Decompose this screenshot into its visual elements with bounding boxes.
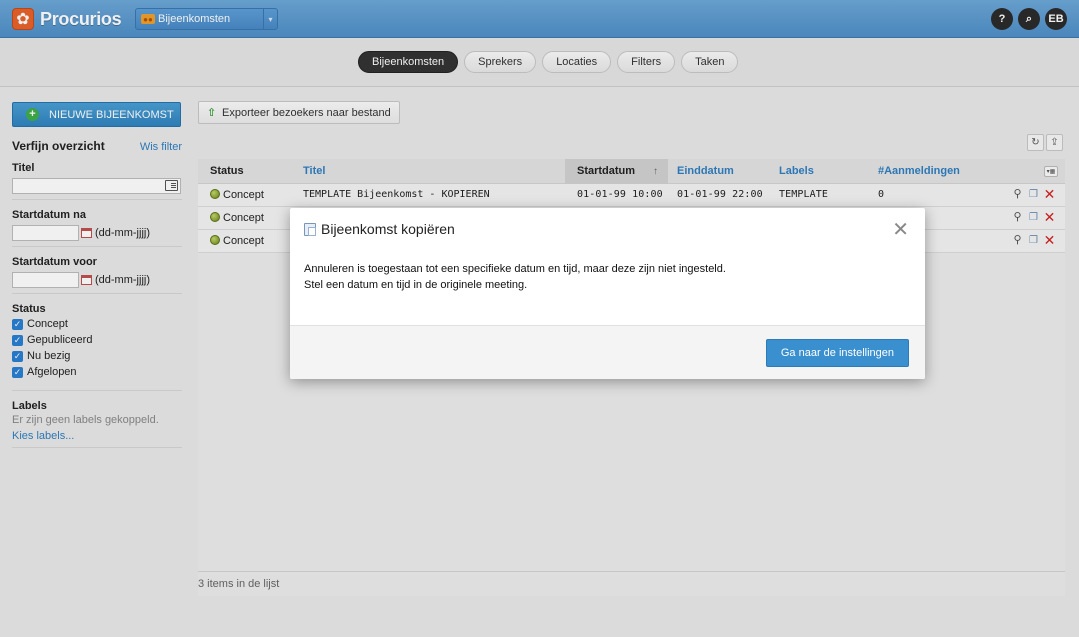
copy-document-icon (304, 223, 316, 236)
dialog-message-line-2: Stel een datum en tijd in de originele m… (304, 279, 528, 291)
dialog-body: Annuleren is toegestaan tot een specifie… (304, 261, 904, 293)
copy-meeting-dialog: Bijeenkomst kopiëren ✕ Annuleren is toeg… (290, 208, 925, 379)
go-to-settings-button[interactable]: Ga naar de instellingen (765, 339, 909, 367)
dialog-title: Bijeenkomst kopiëren (321, 221, 455, 237)
dialog-header: Bijeenkomst kopiëren ✕ (290, 208, 925, 253)
dialog-message-line-1: Annuleren is toegestaan tot een specifie… (304, 263, 726, 275)
dialog-footer: Ga naar de instellingen (290, 325, 925, 379)
close-icon[interactable]: ✕ (892, 218, 909, 242)
